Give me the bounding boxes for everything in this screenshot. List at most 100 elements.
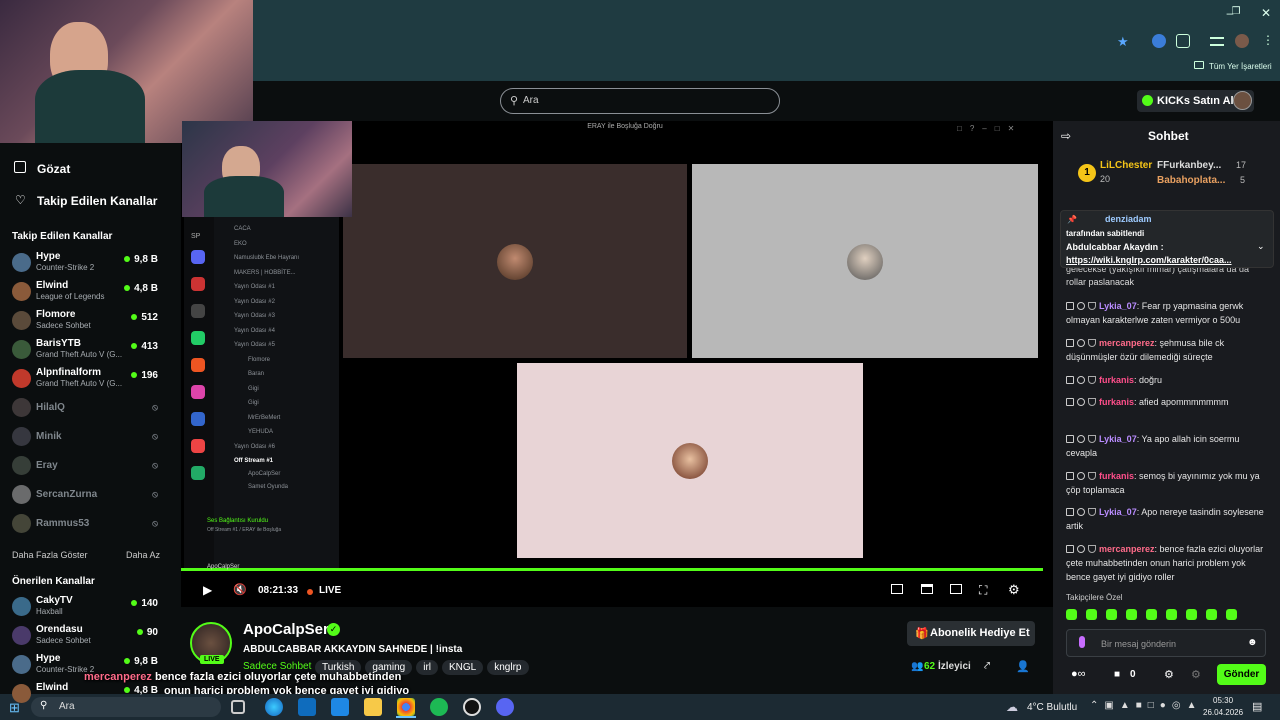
webcam-overlay-secondary [182, 121, 352, 217]
sidebar-channel[interactable]: Flomore Sadece Sohbet 512 [12, 308, 162, 334]
sidebar-channel[interactable]: Rammus53 ⦸ [12, 511, 162, 537]
spotify-icon[interactable] [430, 698, 448, 716]
fullscreen-icon[interactable]: ⛶ [979, 583, 987, 598]
rank-1-badge: 1 [1078, 164, 1096, 182]
show-more-link[interactable]: Daha Fazla Göster [12, 550, 88, 560]
weather-label[interactable]: 4°C Bulutlu [1027, 702, 1077, 713]
chat-input[interactable]: Bir mesaj gönderin ☻ [1066, 629, 1266, 657]
discord-server-icon[interactable] [191, 277, 205, 291]
sidebar-channel[interactable]: SercanZurna ⦸ [12, 482, 162, 508]
obs-icon[interactable] [463, 698, 481, 716]
media-icon[interactable] [1210, 37, 1224, 46]
streamer-hoodie-2 [204, 176, 284, 217]
sidebar-channel[interactable]: Eray ⦸ [12, 453, 162, 479]
channel-name: SercanZurna [36, 489, 98, 500]
task-view-icon[interactable] [231, 700, 245, 714]
cast-icon[interactable] [950, 584, 962, 594]
extension-icon[interactable] [1152, 34, 1166, 48]
pinned-link[interactable]: https://wiki.knglrp.com/karakter/0caa... [1066, 255, 1232, 265]
discord-server-icon[interactable] [191, 412, 205, 426]
discord-server-icon[interactable] [191, 439, 205, 453]
mute-icon[interactable]: 🔇 [233, 583, 247, 596]
channel-name: Rammus53 [36, 518, 90, 529]
leader-3-name[interactable]: Babahoplata... [1157, 175, 1225, 186]
streamer-name[interactable]: ApoCalpSer [243, 621, 329, 638]
chat-username[interactable]: Lykia_07 [1099, 507, 1137, 517]
sub-badge-icon [1088, 376, 1096, 384]
pinned-message[interactable]: 📌 denziadam tarafından sabitlendi Abdulc… [1060, 210, 1274, 268]
verified-icon: ✓ [327, 623, 340, 636]
gift-sub-button[interactable]: 🎁 Abonelik Hediye Et [907, 621, 1035, 646]
discord-icon[interactable] [496, 698, 514, 716]
discord-server-icon[interactable] [191, 331, 205, 345]
restore-icon[interactable]: ❐ [1226, 6, 1246, 17]
user-avatar[interactable] [1233, 91, 1252, 110]
trophy-icon[interactable]: ■ [1114, 669, 1120, 680]
sidebar-channel[interactable]: Elwind 4,8 B [12, 681, 162, 707]
all-bookmarks-label[interactable]: Tüm Yer İşaretleri [1209, 62, 1272, 71]
chevron-down-icon[interactable]: ⌄ [1257, 241, 1265, 252]
chat-settings-icon[interactable]: ⚙ [1164, 668, 1174, 681]
store-icon[interactable] [331, 698, 349, 716]
chat-username[interactable]: Lykia_07 [1099, 434, 1137, 444]
sidebar-channel[interactable]: Orendasu Sadece Sohbet 90 [12, 623, 162, 649]
nav-browse[interactable]: Gözat [37, 162, 70, 176]
chat-username[interactable]: mercanperez [1099, 338, 1155, 348]
chat-username[interactable]: Lykia_07 [1099, 301, 1137, 311]
sidebar-channel[interactable]: CakyTV Haxball 140 [12, 594, 162, 620]
collapse-chat-icon[interactable]: ⇨ [1061, 129, 1071, 143]
channel-avatar [12, 655, 31, 674]
bookmark-star-icon[interactable]: ★ [1117, 34, 1129, 50]
points-icon[interactable]: ●∞ [1071, 668, 1086, 680]
pip-icon[interactable] [891, 584, 903, 594]
puzzle-icon[interactable] [1176, 34, 1190, 48]
menu-dots-icon[interactable]: ⋮ [1262, 33, 1274, 47]
sidebar-channel[interactable]: HilalQ ⦸ [12, 395, 162, 421]
nav-following[interactable]: Takip Edilen Kanallar [37, 194, 157, 208]
chat-message: furkanis: semoş bi yayınımız yok mu ya ç… [1066, 471, 1260, 495]
tag[interactable]: knglrp [487, 660, 529, 675]
close-icon[interactable]: ✕ [1256, 6, 1276, 20]
play-icon[interactable]: ▶ [203, 583, 212, 597]
sidebar-channel[interactable]: Hype Counter-Strike 2 9,8 B [12, 250, 162, 276]
theater-icon[interactable] [921, 584, 933, 594]
send-button[interactable]: Gönder [1217, 664, 1266, 685]
discord-channel: Baran [248, 371, 265, 377]
show-less-link[interactable]: Daha Az [126, 550, 160, 560]
discord-server-icon[interactable] [191, 358, 205, 372]
chat-username[interactable]: mercanperez [1099, 544, 1155, 554]
sidebar-channel[interactable]: Hype Counter-Strike 2 9,8 B [12, 652, 162, 678]
chat-username[interactable]: furkanis [1099, 375, 1134, 385]
mail-icon[interactable] [298, 698, 316, 716]
chrome-icon[interactable] [397, 698, 415, 716]
search-input[interactable]: ⚲ Ara [500, 88, 780, 114]
tag[interactable]: KNGL [442, 660, 484, 675]
notification-icon[interactable]: ▤ [1252, 700, 1262, 713]
profile-avatar[interactable] [1235, 34, 1249, 48]
discord-server-icon[interactable] [191, 466, 205, 480]
chat-options-icon[interactable]: ⚙ [1191, 668, 1201, 681]
file-explorer-icon[interactable] [364, 698, 382, 716]
discord-server-icon[interactable] [191, 304, 205, 318]
discord-server-icon[interactable] [191, 250, 205, 264]
settings-icon[interactable]: ⚙ [1008, 582, 1020, 598]
channel-category: Haxball [36, 607, 63, 616]
sidebar-channel[interactable]: Minik ⦸ [12, 424, 162, 450]
edge-icon[interactable] [265, 698, 283, 716]
video-progress-bar[interactable] [181, 568, 1043, 571]
sidebar-channel[interactable]: BarisYTB Grand Theft Auto V (G... 413 [12, 337, 162, 363]
microphone-icon[interactable] [1079, 636, 1085, 648]
tray-icons[interactable]: ⌃▣▲■□●◎▲ [1090, 700, 1202, 711]
leader-2-name[interactable]: FFurkanbey... [1157, 160, 1221, 171]
chat-username[interactable]: furkanis [1099, 471, 1134, 481]
sub-badge-icon [1088, 472, 1096, 480]
chat-username[interactable]: furkanis [1099, 397, 1134, 407]
share-icon[interactable]: ⤤ [984, 660, 990, 673]
sidebar-channel[interactable]: Elwind League of Legends 4,8 B [12, 279, 162, 305]
live-dot-icon [124, 256, 131, 262]
discord-server-icon[interactable] [191, 385, 205, 399]
sidebar-channel[interactable]: Alpnfinalform Grand Theft Auto V (G... 196 [12, 366, 162, 392]
leader-1-name[interactable]: LiLChester [1100, 160, 1152, 171]
follow-user-icon[interactable]: 👤 [1016, 660, 1030, 673]
emoji-icon[interactable]: ☻ [1247, 637, 1258, 648]
